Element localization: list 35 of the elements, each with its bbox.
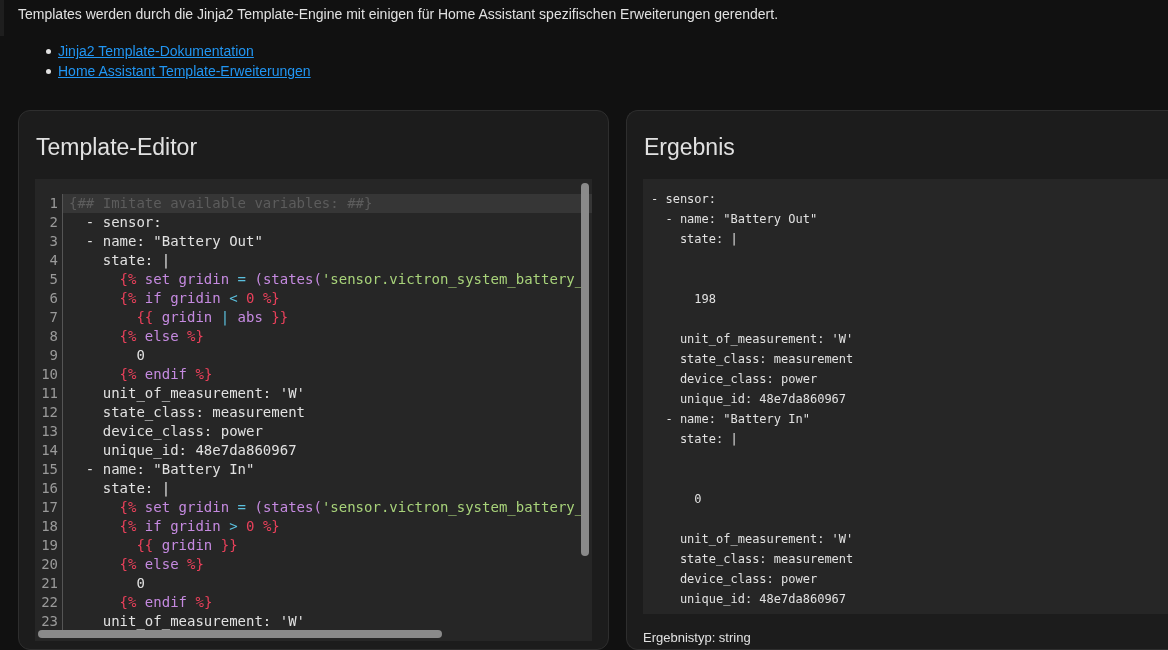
line-number: 4 — [49, 251, 58, 270]
line-number: 2 — [49, 213, 58, 232]
line-number: 15 — [41, 460, 58, 479]
code-editor[interactable] — [35, 179, 592, 641]
line-number: 19 — [41, 536, 58, 555]
line-number: 5 — [49, 270, 58, 289]
card-title: Template-Editor — [35, 133, 199, 161]
line-number: 23 — [41, 612, 58, 631]
line-number: 8 — [49, 327, 58, 346]
line-number: 11 — [41, 384, 58, 403]
line-number: 14 — [41, 441, 58, 460]
line-number: 6 — [49, 289, 58, 308]
scrollbar[interactable] — [581, 183, 589, 556]
line-number: 3 — [49, 232, 58, 251]
line-number: 21 — [41, 574, 58, 593]
line-number: 18 — [41, 517, 58, 536]
card-title: Ergebnis — [643, 133, 736, 161]
line-number: 10 — [41, 365, 58, 384]
bullet-icon — [46, 48, 51, 54]
line-number: 9 — [49, 346, 58, 365]
result-output: - sensor: - name: "Battery Out" state: | 198 unit_of_measurement: 'W' state_class: measurement device_class: power unique_id: 48e7da860967 - name: "Battery In" state: | 0 unit_of_measurement: 'W' state_class: measurement device_class: power unique_id: 48e7da860967 — [651, 191, 854, 608]
line-number: 17 — [41, 498, 58, 517]
doc-link[interactable]: Home Assistant Template-Erweiterungen — [58, 62, 311, 80]
result-type: Ergebnistyp: string — [643, 630, 752, 646]
line-number: 22 — [41, 593, 58, 612]
scrollbar[interactable] — [38, 630, 442, 638]
line-number: 16 — [41, 479, 58, 498]
line-number: 7 — [49, 308, 58, 327]
line-number: 20 — [41, 555, 58, 574]
bullet-icon — [46, 68, 51, 74]
intro-text: Templates werden durch die Jinja2 Template-Engine mit einigen für Home Assistant spezifischen Erweiterungen gerendert. — [17, 5, 780, 23]
line-number: 12 — [41, 403, 58, 422]
line-number: 1 — [49, 194, 58, 213]
doc-link[interactable]: Jinja2 Template-Dokumentation — [58, 42, 254, 60]
line-number: 13 — [41, 422, 58, 441]
